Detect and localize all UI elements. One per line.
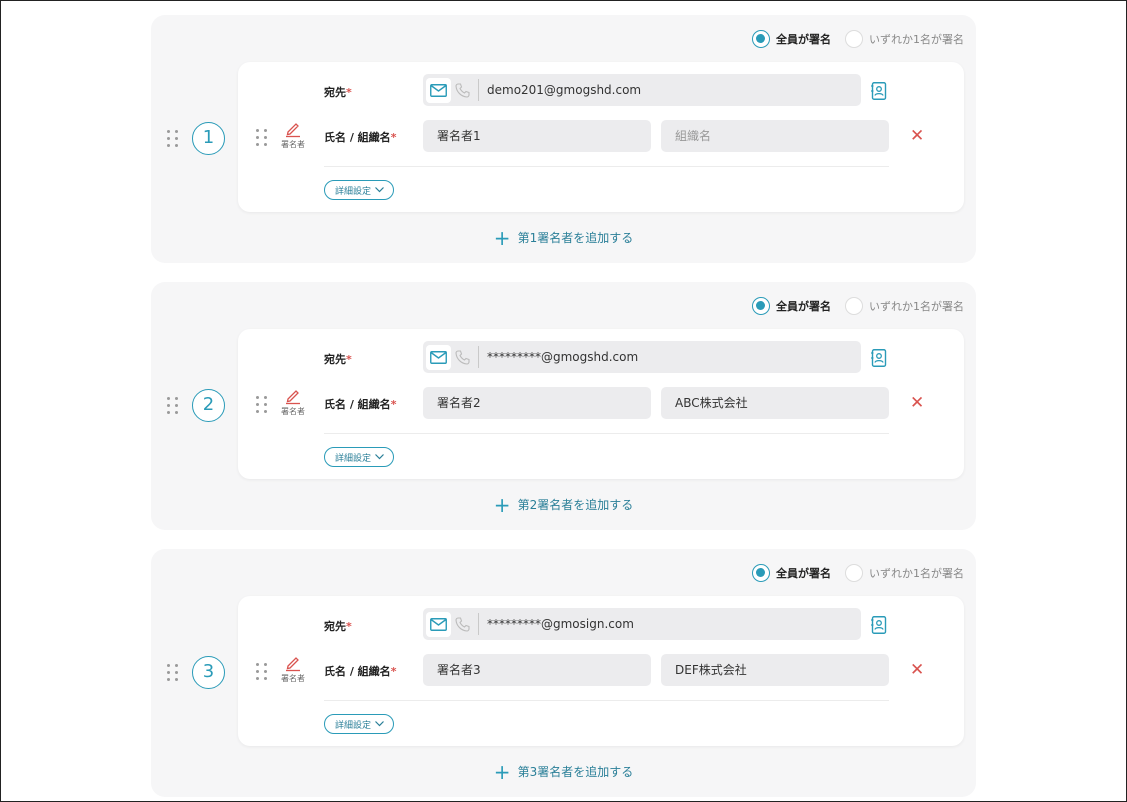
name-org-label: 氏名 / 組織名* bbox=[324, 398, 397, 411]
signer-group-1: 全員が署名 いずれか1名が署名 1 署名者 宛先* demo201@gmogsh… bbox=[151, 15, 976, 263]
close-icon[interactable]: ✕ bbox=[910, 662, 924, 679]
signing-order-number: 2 bbox=[192, 389, 225, 422]
signer-role: 署名者 bbox=[278, 654, 308, 684]
signer-role-label: 署名者 bbox=[281, 407, 305, 416]
close-icon[interactable]: ✕ bbox=[910, 128, 924, 145]
radio-all-sign-label[interactable]: 全員が署名 bbox=[776, 565, 831, 581]
divider bbox=[324, 433, 889, 434]
group-drag-handle-icon[interactable] bbox=[167, 664, 179, 681]
separator bbox=[478, 79, 479, 101]
signer-name-input[interactable]: 署名者1 bbox=[423, 120, 651, 152]
signer-role-label: 署名者 bbox=[281, 140, 305, 149]
group-drag-handle-icon[interactable] bbox=[167, 397, 179, 414]
radio-all-sign[interactable] bbox=[752, 297, 770, 315]
destination-label: 宛先* bbox=[324, 620, 352, 633]
add-signer-button[interactable]: + 第3署名者を追加する bbox=[151, 759, 976, 784]
signer-drag-handle-icon[interactable] bbox=[256, 396, 268, 413]
mail-icon[interactable] bbox=[426, 77, 451, 103]
signer-drag-handle-icon[interactable] bbox=[256, 129, 268, 146]
phone-icon[interactable] bbox=[451, 78, 473, 103]
add-signer-button[interactable]: + 第1署名者を追加する bbox=[151, 225, 976, 250]
destination-field[interactable]: *********@gmogshd.com bbox=[423, 341, 861, 373]
radio-any-sign[interactable] bbox=[845, 30, 863, 48]
radio-any-sign-label[interactable]: いずれか1名が署名 bbox=[869, 298, 964, 314]
group-drag-handle-icon[interactable] bbox=[167, 130, 179, 147]
signing-order-number: 1 bbox=[192, 122, 225, 155]
phone-icon[interactable] bbox=[451, 612, 473, 637]
signer-card: 署名者 宛先* *********@gmosign.com 氏名 / 組織名* … bbox=[238, 596, 964, 746]
radio-any-sign[interactable] bbox=[845, 564, 863, 582]
signer-card: 署名者 宛先* *********@gmogshd.com 氏名 / 組織名* … bbox=[238, 329, 964, 479]
destination-label: 宛先* bbox=[324, 86, 352, 99]
separator bbox=[478, 613, 479, 635]
name-org-label: 氏名 / 組織名* bbox=[324, 665, 397, 678]
plus-icon: + bbox=[493, 225, 511, 250]
plus-icon: + bbox=[493, 759, 511, 784]
radio-all-sign-label[interactable]: 全員が署名 bbox=[776, 31, 831, 47]
radio-all-sign-label[interactable]: 全員が署名 bbox=[776, 298, 831, 314]
address-book-icon[interactable] bbox=[871, 349, 887, 371]
signer-group-3: 全員が署名 いずれか1名が署名 3 署名者 宛先* *********@gmos… bbox=[151, 549, 976, 797]
address-book-icon[interactable] bbox=[871, 616, 887, 638]
signer-role: 署名者 bbox=[278, 120, 308, 150]
organization-input[interactable]: 組織名 bbox=[661, 120, 889, 152]
destination-label: 宛先* bbox=[324, 353, 352, 366]
signer-name-input[interactable]: 署名者2 bbox=[423, 387, 651, 419]
separator bbox=[478, 346, 479, 368]
chevron-down-icon bbox=[375, 187, 384, 193]
signing-mode: 全員が署名 いずれか1名が署名 bbox=[752, 30, 964, 48]
signer-role: 署名者 bbox=[278, 387, 308, 417]
add-signer-button[interactable]: + 第2署名者を追加する bbox=[151, 492, 976, 517]
signer-card: 署名者 宛先* demo201@gmogshd.com 氏名 / 組織名* 署名… bbox=[238, 62, 964, 212]
organization-input[interactable]: ABC株式会社 bbox=[661, 387, 889, 419]
organization-input[interactable]: DEF株式会社 bbox=[661, 654, 889, 686]
email-value[interactable]: demo201@gmogshd.com bbox=[487, 83, 641, 97]
chevron-down-icon bbox=[375, 454, 384, 460]
phone-icon[interactable] bbox=[451, 345, 473, 370]
destination-field[interactable]: demo201@gmogshd.com bbox=[423, 74, 861, 106]
detail-settings-button[interactable]: 詳細設定 bbox=[324, 447, 395, 467]
destination-field[interactable]: *********@gmosign.com bbox=[423, 608, 861, 640]
signing-mode: 全員が署名 いずれか1名が署名 bbox=[752, 564, 964, 582]
divider bbox=[324, 166, 889, 167]
signer-name-input[interactable]: 署名者3 bbox=[423, 654, 651, 686]
signer-drag-handle-icon[interactable] bbox=[256, 663, 268, 680]
mail-icon[interactable] bbox=[426, 344, 451, 370]
divider bbox=[324, 700, 889, 701]
signing-mode: 全員が署名 いずれか1名が署名 bbox=[752, 297, 964, 315]
name-org-label: 氏名 / 組織名* bbox=[324, 131, 397, 144]
pen-icon bbox=[286, 657, 300, 672]
detail-settings-button[interactable]: 詳細設定 bbox=[324, 180, 395, 200]
radio-all-sign[interactable] bbox=[752, 564, 770, 582]
radio-all-sign[interactable] bbox=[752, 30, 770, 48]
signer-role-label: 署名者 bbox=[281, 674, 305, 683]
signer-group-2: 全員が署名 いずれか1名が署名 2 署名者 宛先* *********@gmog… bbox=[151, 282, 976, 530]
mail-icon[interactable] bbox=[426, 611, 451, 637]
pen-icon bbox=[286, 390, 300, 405]
email-value[interactable]: *********@gmogshd.com bbox=[487, 350, 638, 364]
close-icon[interactable]: ✕ bbox=[910, 395, 924, 412]
plus-icon: + bbox=[493, 492, 511, 517]
email-value[interactable]: *********@gmosign.com bbox=[487, 617, 634, 631]
radio-any-sign[interactable] bbox=[845, 297, 863, 315]
radio-any-sign-label[interactable]: いずれか1名が署名 bbox=[869, 31, 964, 47]
chevron-down-icon bbox=[375, 721, 384, 727]
pen-icon bbox=[286, 123, 300, 138]
detail-settings-button[interactable]: 詳細設定 bbox=[324, 714, 395, 734]
signing-order-number: 3 bbox=[192, 656, 225, 689]
address-book-icon[interactable] bbox=[871, 82, 887, 104]
radio-any-sign-label[interactable]: いずれか1名が署名 bbox=[869, 565, 964, 581]
